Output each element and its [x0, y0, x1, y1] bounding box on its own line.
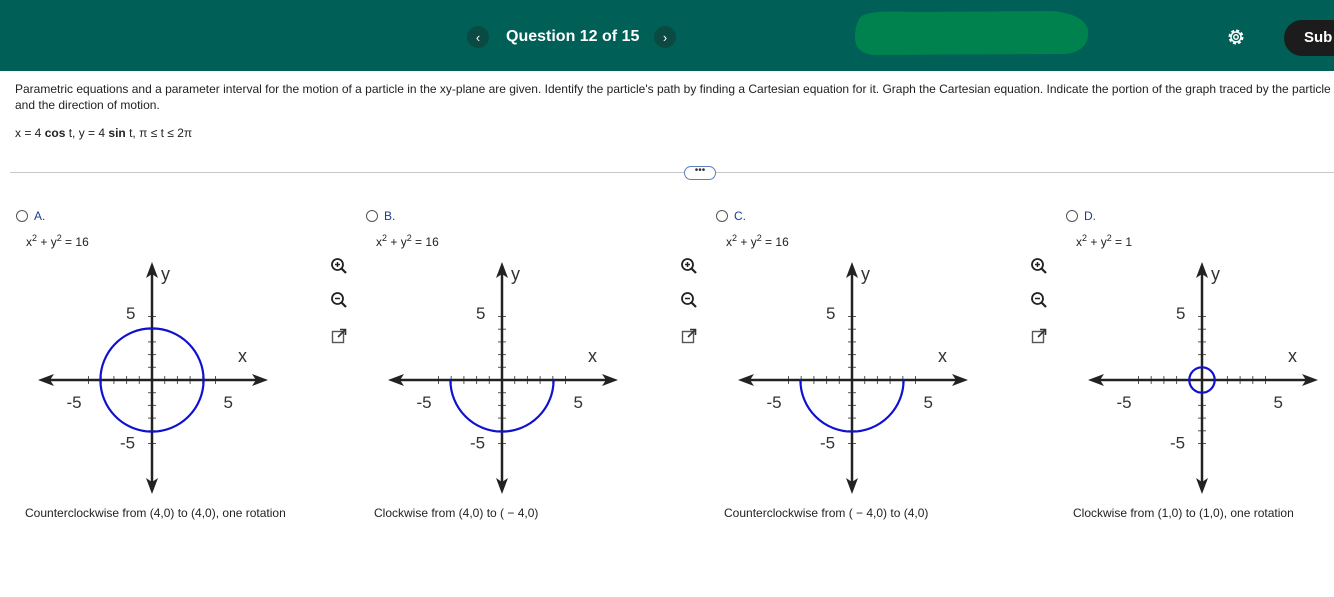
top-bar: ‹ Question 12 of 15 › Sub: [0, 0, 1334, 71]
x-tick-neg: -5: [1117, 393, 1132, 412]
x-tick-neg: -5: [767, 393, 782, 412]
parametric-equations: x = 4 cos t, y = 4 sin t, π ≤ t ≤ 2π: [15, 126, 193, 140]
option-caption: Counterclockwise from (4,0) to (4,0), on…: [25, 506, 286, 520]
x-tick-neg: -5: [67, 393, 82, 412]
question-counter: Question 12 of 15: [506, 28, 640, 45]
y-tick-neg: -5: [120, 434, 135, 453]
submit-button[interactable]: Sub: [1284, 20, 1334, 56]
x-axis-label: x: [238, 346, 247, 366]
y-axis-label: y: [861, 264, 870, 284]
more-button[interactable]: •••: [684, 166, 716, 180]
option-caption: Clockwise from (1,0) to (1,0), one rotat…: [1073, 506, 1294, 520]
y-tick-neg: -5: [1170, 434, 1185, 453]
next-question-button[interactable]: ›: [654, 26, 676, 48]
y-tick-pos: 5: [826, 304, 835, 323]
x-tick-pos: 5: [574, 393, 583, 412]
x-tick-pos: 5: [1274, 393, 1283, 412]
option-caption: Clockwise from (4,0) to ( − 4,0): [374, 506, 539, 520]
gear-icon[interactable]: [1226, 27, 1246, 47]
option-letter: C.: [734, 209, 746, 223]
y-tick-neg: -5: [820, 434, 835, 453]
option-equation: x2 + y2 = 16: [26, 233, 89, 249]
x-tick-pos: 5: [224, 393, 233, 412]
pop-out-icon[interactable]: [329, 326, 349, 346]
option-letter: D.: [1084, 209, 1096, 223]
zoom-in-icon[interactable]: [1029, 256, 1049, 276]
option-letter: B.: [384, 209, 396, 223]
option-equation: x2 + y2 = 16: [376, 233, 439, 249]
y-axis-label: y: [511, 264, 520, 284]
y-axis-label: y: [1211, 264, 1220, 284]
x-axis-label: x: [588, 346, 597, 366]
zoom-in-icon[interactable]: [329, 256, 349, 276]
zoom-out-icon[interactable]: [329, 290, 349, 310]
pop-out-icon[interactable]: [1029, 326, 1049, 346]
zoom-out-icon[interactable]: [679, 290, 699, 310]
graph-option-d: y x 5 -5 -5 5: [1088, 262, 1318, 494]
option-equation: x2 + y2 = 1: [1076, 233, 1133, 249]
x-axis-label: x: [938, 346, 947, 366]
x-tick-pos: 5: [924, 393, 933, 412]
option-equation: x2 + y2 = 16: [726, 233, 789, 249]
redacted-region: [854, 11, 1089, 55]
x-tick-neg: -5: [417, 393, 432, 412]
x-axis-label: x: [1288, 346, 1297, 366]
zoom-out-icon[interactable]: [1029, 290, 1049, 310]
option-letter: A.: [34, 209, 46, 223]
graph-option-b: y x 5 -5 -5 5: [388, 262, 618, 494]
y-tick-pos: 5: [126, 304, 135, 323]
option-radio[interactable]: [366, 210, 378, 222]
y-tick-pos: 5: [476, 304, 485, 323]
question-text: Parametric equations and a parameter int…: [15, 82, 1331, 112]
y-tick-neg: -5: [470, 434, 485, 453]
pop-out-icon[interactable]: [679, 326, 699, 346]
chevron-left-icon: ‹: [475, 29, 481, 45]
y-tick-pos: 5: [1176, 304, 1185, 323]
chevron-right-icon: ›: [662, 29, 668, 45]
y-axis-label: y: [161, 264, 170, 284]
graph-option-c: y x 5 -5 -5 5: [738, 262, 968, 494]
option-caption: Counterclockwise from ( − 4,0) to (4,0): [724, 506, 929, 520]
divider: [10, 172, 1334, 173]
zoom-in-icon[interactable]: [679, 256, 699, 276]
option-radio[interactable]: [716, 210, 728, 222]
prev-question-button[interactable]: ‹: [467, 26, 489, 48]
option-radio[interactable]: [1066, 210, 1078, 222]
graph-option-a: y x 5 -5 -5 5: [38, 262, 268, 494]
option-radio[interactable]: [16, 210, 28, 222]
